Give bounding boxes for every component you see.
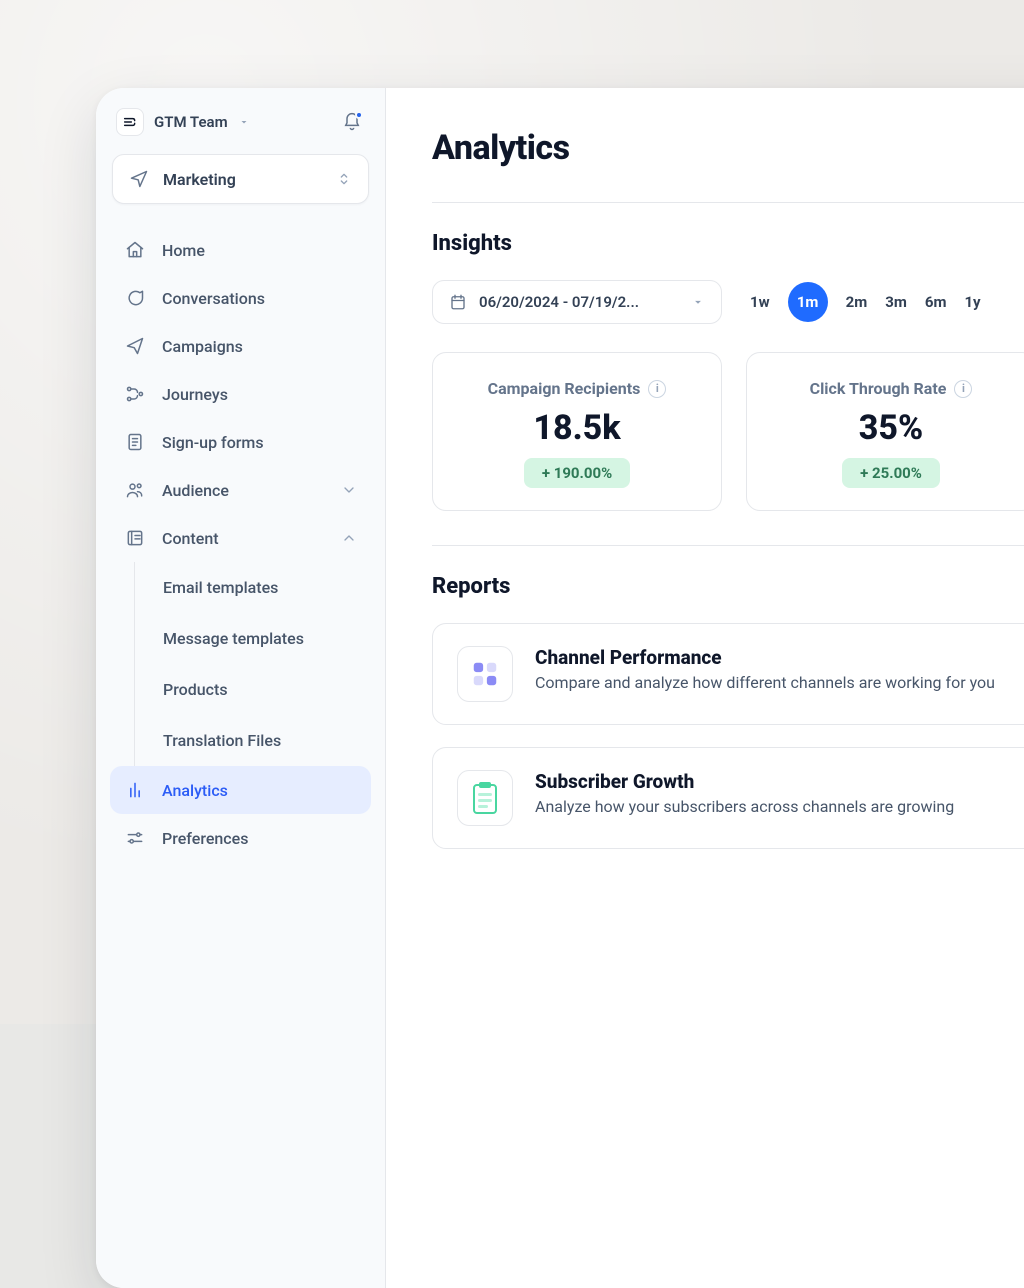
- chat-icon: [124, 288, 146, 308]
- subnav-email-templates[interactable]: Email templates: [135, 562, 371, 613]
- bar-chart-icon: [124, 780, 146, 800]
- nav-label: Campaigns: [162, 337, 243, 356]
- nav-label: Audience: [162, 481, 229, 500]
- metric-card-recipients[interactable]: Campaign Recipients i 18.5k + 190.00%: [432, 352, 722, 511]
- form-icon: [124, 432, 146, 452]
- range-1m[interactable]: 1m: [788, 282, 828, 322]
- nav-home[interactable]: Home: [110, 226, 371, 274]
- chevrons-up-down-icon: [336, 171, 352, 187]
- metric-label: Campaign Recipients: [488, 379, 641, 398]
- nav-label: Conversations: [162, 289, 265, 308]
- nav-label: Preferences: [162, 829, 248, 848]
- report-title: Subscriber Growth: [535, 770, 954, 793]
- notifications-button[interactable]: [339, 109, 365, 135]
- range-2m[interactable]: 2m: [846, 285, 868, 319]
- chevron-up-icon: [341, 530, 357, 546]
- range-1w[interactable]: 1w: [750, 285, 770, 319]
- notification-dot-icon: [355, 111, 363, 119]
- app-logo-icon: [116, 108, 144, 136]
- subnav-products[interactable]: Products: [135, 664, 371, 715]
- nav-conversations[interactable]: Conversations: [110, 274, 371, 322]
- info-icon[interactable]: i: [648, 380, 666, 398]
- paper-plane-icon: [129, 169, 149, 189]
- nav-analytics[interactable]: Analytics: [110, 766, 371, 814]
- calendar-icon: [449, 293, 467, 311]
- sliders-icon: [124, 828, 146, 848]
- date-range-picker[interactable]: 06/20/2024 - 07/19/2...: [432, 280, 722, 324]
- report-subscriber-growth[interactable]: Subscriber Growth Analyze how your subsc…: [432, 747, 1024, 849]
- subnav-message-templates[interactable]: Message templates: [135, 613, 371, 664]
- report-description: Analyze how your subscribers across chan…: [535, 797, 954, 816]
- caret-down-icon: [238, 116, 250, 128]
- metric-delta: + 190.00%: [524, 458, 630, 488]
- range-3m[interactable]: 3m: [885, 285, 907, 319]
- caret-down-icon: [691, 295, 705, 309]
- nav-preferences[interactable]: Preferences: [110, 814, 371, 862]
- app-window: GTM Team: [96, 88, 1024, 1288]
- chevron-down-icon: [341, 482, 357, 498]
- range-6m[interactable]: 6m: [925, 285, 947, 319]
- team-name: GTM Team: [154, 113, 228, 131]
- nav-label: Journeys: [162, 385, 228, 404]
- divider: [432, 202, 1024, 203]
- metric-value: 18.5k: [533, 408, 620, 448]
- branch-icon: [124, 384, 146, 404]
- home-icon: [124, 240, 146, 260]
- content-submenu: Email templates Message templates Produc…: [134, 562, 371, 766]
- grid-icon: [457, 646, 513, 702]
- range-1y[interactable]: 1y: [964, 285, 980, 319]
- sidebar: GTM Team: [96, 88, 386, 1288]
- workspace-name: Marketing: [163, 170, 236, 189]
- report-title: Channel Performance: [535, 646, 995, 669]
- content-icon: [124, 528, 146, 548]
- nav-label: Home: [162, 241, 205, 260]
- subnav-translation-files[interactable]: Translation Files: [135, 715, 371, 766]
- page-title: Analytics: [432, 128, 1024, 168]
- metric-card-ctr[interactable]: Click Through Rate i 35% + 25.00%: [746, 352, 1024, 511]
- report-description: Compare and analyze how different channe…: [535, 673, 995, 692]
- metric-label: Click Through Rate: [810, 379, 947, 398]
- nav-label: Sign-up forms: [162, 433, 264, 452]
- reports-heading: Reports: [432, 574, 1024, 599]
- nav-audience[interactable]: Audience: [110, 466, 371, 514]
- clipboard-icon: [457, 770, 513, 826]
- info-icon[interactable]: i: [954, 380, 972, 398]
- nav-label: Analytics: [162, 781, 228, 800]
- nav-content[interactable]: Content: [110, 514, 371, 562]
- workspace-select[interactable]: Marketing: [112, 154, 369, 204]
- date-range-text: 06/20/2024 - 07/19/2...: [479, 293, 639, 311]
- insights-heading: Insights: [432, 231, 1024, 256]
- report-channel-performance[interactable]: Channel Performance Compare and analyze …: [432, 623, 1024, 725]
- nav-label: Content: [162, 529, 219, 548]
- nav-signup-forms[interactable]: Sign-up forms: [110, 418, 371, 466]
- users-icon: [124, 480, 146, 500]
- nav-campaigns[interactable]: Campaigns: [110, 322, 371, 370]
- main-content: Analytics Insights 06/20/2024 - 07/19/2.…: [386, 88, 1024, 1288]
- send-icon: [124, 336, 146, 356]
- divider: [432, 545, 1024, 546]
- metric-delta: + 25.00%: [842, 458, 940, 488]
- nav-journeys[interactable]: Journeys: [110, 370, 371, 418]
- range-tabs: 1w 1m 2m 3m 6m 1y: [750, 282, 981, 322]
- metric-value: 35%: [859, 408, 923, 448]
- team-switcher[interactable]: GTM Team: [116, 108, 250, 136]
